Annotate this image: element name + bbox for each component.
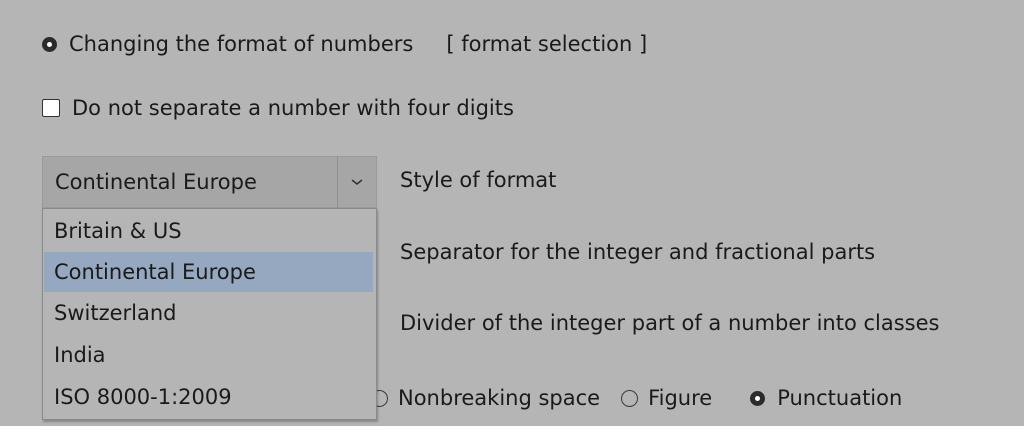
figure-label[interactable]: Figure (648, 386, 712, 410)
four-digits-checkbox[interactable] (42, 99, 60, 117)
separator-label: Separator for the integer and fractional… (400, 240, 876, 264)
dropdown-option-britain-us[interactable]: Britain & US (44, 211, 373, 251)
dropdown-option-iso[interactable]: ISO 8000-1:2009 (44, 377, 373, 417)
number-format-panel: Changing the format of numbers [ format … (0, 0, 1024, 426)
style-of-format-label: Style of format (400, 168, 557, 192)
style-of-format-select[interactable]: Continental Europe (42, 156, 377, 208)
punctuation-label[interactable]: Punctuation (777, 386, 902, 410)
nonbreaking-space-label[interactable]: Nonbreaking space (398, 386, 600, 410)
space-type-options: Nonbreaking space Figure Punctuation (371, 381, 902, 415)
figure-radio[interactable] (621, 389, 639, 407)
dropdown-option-india[interactable]: India (44, 335, 373, 375)
punctuation-radio[interactable] (750, 390, 766, 406)
dropdown-option-switzerland[interactable]: Switzerland (44, 293, 373, 333)
chevron-down-icon[interactable] (338, 177, 376, 187)
dropdown-option-continental-europe[interactable]: Continental Europe (44, 252, 373, 292)
four-digits-label: Do not separate a number with four digit… (72, 96, 514, 120)
format-numbers-option[interactable]: Changing the format of numbers [ format … (42, 27, 647, 61)
format-numbers-radio[interactable] (42, 36, 57, 52)
format-numbers-label: Changing the format of numbers (69, 32, 414, 56)
style-dropdown-list: Britain & US Continental Europe Switzerl… (42, 208, 377, 420)
divider-label: Divider of the integer part of a number … (400, 311, 940, 335)
style-select-value: Continental Europe (55, 170, 257, 194)
four-digits-option[interactable]: Do not separate a number with four digit… (42, 90, 514, 126)
format-selection-link[interactable]: [ format selection ] (446, 32, 647, 56)
